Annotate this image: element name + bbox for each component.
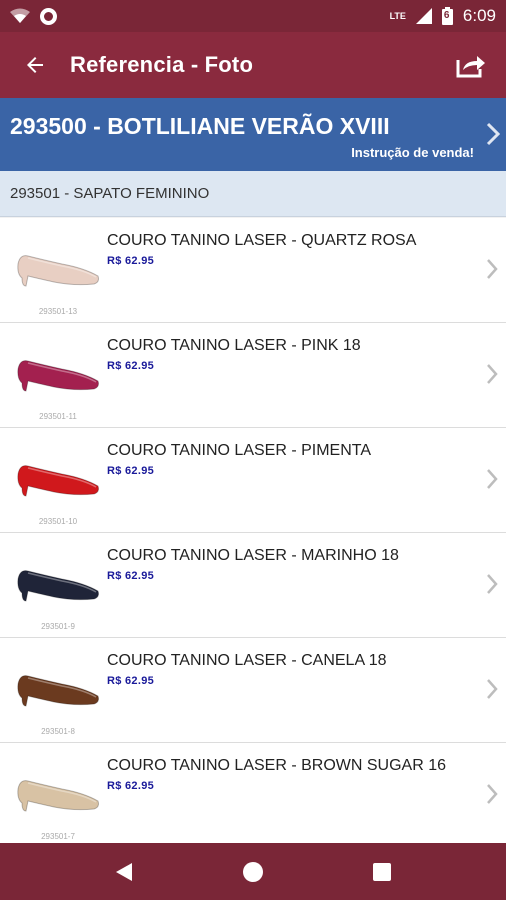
product-name: COURO TANINO LASER - CANELA 18 — [107, 652, 387, 669]
nav-home-button[interactable] — [223, 843, 283, 900]
square-recents-icon — [372, 862, 391, 881]
product-name: COURO TANINO LASER - BROWN SUGAR 16 — [107, 757, 447, 774]
product-code: 293501-13 — [38, 307, 78, 316]
chevron-right-icon — [487, 364, 498, 384]
collection-title: 293500 - BOTLILIANE VERÃO XVIII — [10, 113, 390, 139]
nav-recents-button[interactable] — [352, 843, 412, 900]
product-price: R$ 62.95 — [107, 465, 155, 477]
notification-icon — [40, 7, 57, 25]
product-code: 293501-11 — [39, 412, 77, 421]
product-name: COURO TANINO LASER - MARINHO 18 — [107, 547, 399, 564]
triangle-back-icon — [116, 862, 133, 881]
product-code: 293501-7 — [41, 832, 75, 841]
product-image: 293501-11 — [10, 331, 106, 421]
product-price: R$ 62.95 — [107, 255, 155, 267]
product-group-header: 293501 - SAPATO FEMININO — [0, 171, 506, 217]
shoe-icon — [17, 780, 99, 812]
product-price: R$ 62.95 — [107, 675, 155, 687]
product-image: 293501-8 — [10, 646, 106, 736]
list-item[interactable]: 293501-13 COURO TANINO LASER - QUARTZ RO… — [0, 218, 506, 323]
product-name: COURO TANINO LASER - PINK 18 — [107, 337, 361, 354]
battery-level: 6 — [443, 10, 450, 21]
battery-icon: 6 — [441, 7, 453, 25]
shoe-icon — [17, 465, 99, 497]
status-bar: LTE 6 6:09 — [0, 0, 506, 32]
list-item[interactable]: 293501-8 COURO TANINO LASER - CANELA 18 … — [0, 638, 506, 743]
share-button[interactable] — [436, 32, 506, 98]
product-code: 293501-9 — [41, 622, 75, 631]
product-image: 293501-13 — [10, 226, 106, 316]
collection-banner[interactable]: 293500 - BOTLILIANE VERÃO XVIII Instruçã… — [0, 98, 506, 171]
network-label: LTE — [389, 11, 406, 21]
product-group-label: 293501 - SAPATO FEMININO — [10, 185, 210, 202]
share-icon — [456, 56, 485, 78]
page-title: Referencia - Foto — [70, 52, 254, 77]
back-button[interactable] — [0, 32, 70, 98]
sales-instruction-link[interactable]: Instrução de venda! — [351, 145, 474, 160]
screen: LTE 6 6:09 Referencia - Foto 293500 - BO… — [0, 0, 506, 900]
nav-back-button[interactable] — [94, 843, 154, 900]
list-item[interactable]: 293501-7 COURO TANINO LASER - BROWN SUGA… — [0, 743, 506, 848]
shoe-icon — [17, 360, 99, 392]
list-item[interactable]: 293501-11 COURO TANINO LASER - PINK 18 R… — [0, 323, 506, 428]
list-item[interactable]: 293501-10 COURO TANINO LASER - PIMENTA R… — [0, 428, 506, 533]
product-name: COURO TANINO LASER - QUARTZ ROSA — [107, 232, 417, 249]
signal-icon — [415, 8, 432, 24]
arrow-left-icon — [27, 57, 43, 73]
product-price: R$ 62.95 — [107, 780, 155, 792]
product-image: 293501-10 — [10, 436, 106, 526]
product-price: R$ 62.95 — [107, 570, 155, 582]
navigation-bar — [0, 843, 506, 900]
app-bar: Referencia - Foto — [0, 32, 506, 98]
product-price: R$ 62.95 — [107, 360, 155, 372]
shoe-icon — [17, 255, 99, 287]
list-item[interactable]: 293501-9 COURO TANINO LASER - MARINHO 18… — [0, 533, 506, 638]
chevron-right-icon — [487, 784, 498, 804]
chevron-right-icon — [487, 469, 498, 489]
chevron-right-icon — [487, 259, 498, 279]
product-name: COURO TANINO LASER - PIMENTA — [107, 442, 372, 459]
chevron-right-icon — [487, 679, 498, 699]
product-code: 293501-8 — [41, 727, 75, 736]
shoe-icon — [17, 570, 99, 602]
circle-home-icon — [242, 861, 263, 882]
product-image: 293501-9 — [10, 541, 106, 631]
product-code: 293501-10 — [38, 517, 78, 526]
chevron-right-icon — [486, 122, 500, 146]
wifi-icon — [10, 8, 30, 24]
chevron-right-icon — [487, 574, 498, 594]
clock: 6:09 — [462, 6, 496, 25]
shoe-icon — [17, 675, 99, 707]
product-list: 293501-13 COURO TANINO LASER - QUARTZ RO… — [0, 218, 506, 848]
product-image: 293501-7 — [10, 751, 106, 841]
